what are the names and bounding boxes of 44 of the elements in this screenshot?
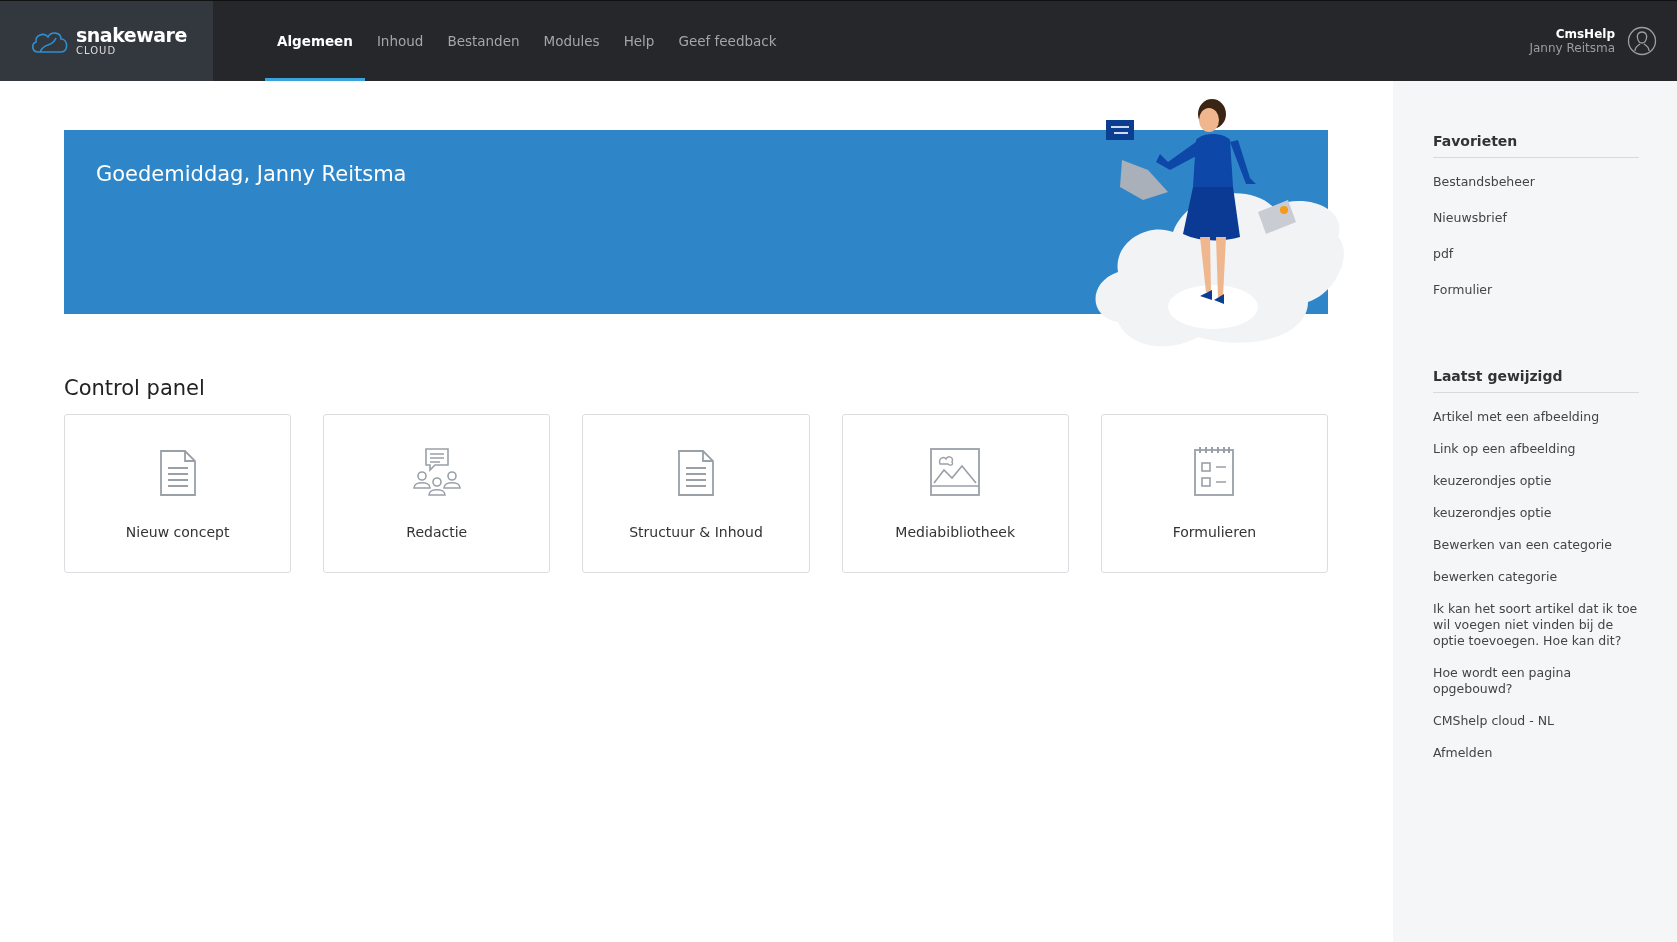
document-icon xyxy=(678,450,714,496)
control-panel-tile[interactable]: Mediabibliotheek xyxy=(841,414,1069,573)
logo-name: snakeware xyxy=(76,26,187,45)
sidebar-link[interactable]: pdf xyxy=(1433,246,1639,262)
sidebar-link[interactable]: Bestandsbeheer xyxy=(1433,174,1639,190)
tile-label: Formulieren xyxy=(1172,524,1257,540)
image-icon xyxy=(930,448,981,496)
greeting-heading: Goedemiddag, Janny Reitsma xyxy=(96,162,408,186)
control-panel-tile[interactable]: Redactie xyxy=(323,414,551,573)
sidebar-link[interactable]: Ik kan het soort artikel dat ik toe wil voegen niet vinden bij de optie toevoegen. Hoe kan dit? xyxy=(1433,601,1639,649)
sidebar-link[interactable]: Nieuwsbrief xyxy=(1433,210,1639,226)
sidebar-link[interactable]: Bewerken van een categorie xyxy=(1433,537,1639,553)
nav-tab[interactable]: Inhoud xyxy=(364,4,436,81)
logo-subtitle: CLOUD xyxy=(76,45,118,56)
tile-label: Structuur & Inhoud xyxy=(629,524,763,540)
form-icon xyxy=(1194,446,1235,496)
nav-tab[interactable]: Geef feedback xyxy=(666,4,789,81)
site-name: CmsHelp xyxy=(1555,27,1615,41)
sidebar-link[interactable]: Afmelden xyxy=(1433,745,1639,761)
tile-label: Nieuw concept xyxy=(125,524,230,540)
nav-tab[interactable]: Help xyxy=(611,4,667,81)
sidebar-link[interactable]: CMShelp cloud - NL xyxy=(1433,713,1639,729)
nav-tab[interactable]: Algemeen xyxy=(265,4,365,81)
sidebar-link[interactable]: keuzerondjes optie xyxy=(1433,473,1639,489)
section-heading: Control panel xyxy=(64,376,206,400)
sidebar-link[interactable]: Hoe wordt een pagina opgebouwd? xyxy=(1433,665,1639,697)
sidebar-heading: Laatst gewijzigd xyxy=(1433,368,1639,393)
control-panel-tile[interactable]: Formulieren xyxy=(1100,414,1328,573)
user-name: Janny Reitsma xyxy=(1529,41,1615,55)
sidebar-link[interactable]: bewerken categorie xyxy=(1433,569,1639,585)
tile-label: Mediabibliotheek xyxy=(895,524,1016,540)
team-chat-icon xyxy=(412,448,461,496)
sidebar-heading: Favorieten xyxy=(1433,133,1639,158)
sidebar-link[interactable]: Formulier xyxy=(1433,282,1639,298)
nav-tab[interactable]: Modules xyxy=(531,4,612,81)
sidebar-link[interactable]: keuzerondjes optie xyxy=(1433,505,1639,521)
control-panel-tile[interactable]: Nieuw concept xyxy=(64,414,292,573)
user-avatar-icon[interactable] xyxy=(1627,26,1657,56)
document-icon xyxy=(159,450,196,496)
sidebar-link[interactable]: Artikel met een afbeelding xyxy=(1433,409,1639,425)
tile-label: Redactie xyxy=(406,524,468,540)
nav-tab[interactable]: Bestanden xyxy=(435,4,532,81)
control-panel-tile[interactable]: Structuur & Inhoud xyxy=(582,414,810,573)
sidebar-link[interactable]: Link op een afbeelding xyxy=(1433,441,1639,457)
